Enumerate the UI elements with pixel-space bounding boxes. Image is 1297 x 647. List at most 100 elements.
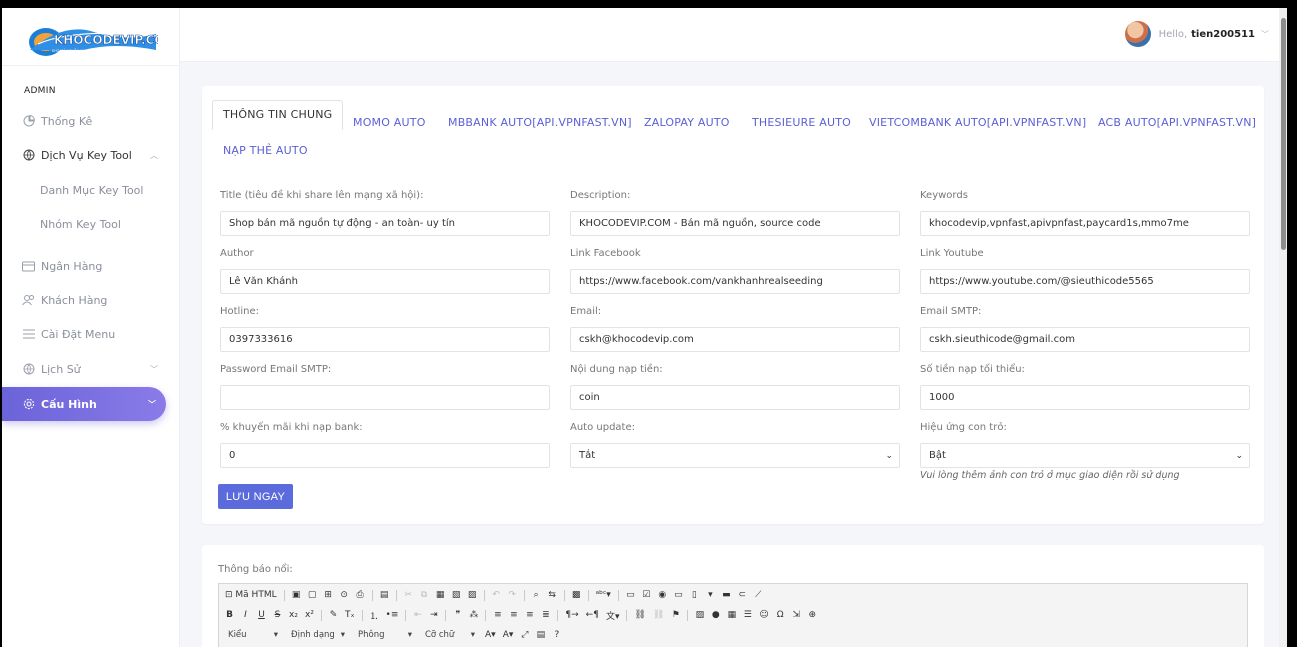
select-all-icon[interactable]: ▩ [572, 589, 581, 601]
size-select[interactable]: Cỡ chữ ▾ [422, 629, 478, 641]
email-smtp-field[interactable]: cskh.sieuthicode@gmail.com [920, 327, 1250, 352]
ltr-icon[interactable]: ¶→ [565, 609, 578, 621]
tab-mbbank-auto[interactable]: MBBANK AUTO[API.VPNFAST.VN] [448, 116, 632, 129]
justify-icon[interactable]: ≣ [541, 609, 550, 621]
form-icon[interactable]: ▭ [626, 589, 635, 601]
special-char-icon[interactable]: Ω [776, 609, 785, 621]
sidebar-item-cau-hinh[interactable]: Cấu Hình ﹀ [2, 387, 166, 421]
anchor-icon[interactable]: ⚑ [671, 609, 680, 621]
style-select[interactable]: Kiểu ▾ [225, 629, 281, 641]
user-menu[interactable]: Hello, tien200511 ﹀ [1124, 21, 1269, 47]
replace-icon[interactable]: ⇆ [548, 589, 557, 601]
textarea-icon[interactable]: ▯ [690, 589, 699, 601]
text-color-icon[interactable]: A▾ [485, 629, 496, 641]
templates-icon[interactable]: ⊞ [324, 589, 333, 601]
source-html-button[interactable]: ⊡ Mã HTML [225, 589, 277, 601]
sidebar-item-danh-muc-key-tool[interactable]: Danh Mục Key Tool [2, 173, 180, 207]
min-topup-field[interactable]: 1000 [920, 385, 1250, 410]
table-icon[interactable]: ▦ [727, 609, 737, 621]
description-field[interactable]: KHOCODEVIP.COM - Bán mã nguồn, source co… [570, 211, 900, 236]
maximize-icon[interactable]: ⤢ [520, 629, 529, 641]
bg-color-icon[interactable]: A▾ [503, 629, 514, 641]
sidebar-item-thong-ke[interactable]: Thống Kê [2, 104, 180, 138]
auto-update-select[interactable]: Tắt ⌄ [570, 443, 900, 468]
sidebar-item-lich-su[interactable]: Lịch Sử ﹀ [2, 352, 180, 386]
sidebar-item-cai-dat-menu[interactable]: Cài Đặt Menu [2, 317, 180, 351]
help-icon[interactable]: ? [552, 629, 561, 641]
cut-icon[interactable]: ✂ [404, 589, 413, 601]
rtl-icon[interactable]: ←¶ [586, 609, 599, 621]
tab-zalopay-auto[interactable]: ZALOPAY AUTO [644, 116, 730, 129]
page-break-icon[interactable]: ⇲ [792, 609, 801, 621]
save-icon[interactable]: ▣ [292, 589, 301, 601]
subscript-icon[interactable]: x₂ [289, 609, 298, 621]
author-field[interactable]: Lê Văn Khánh [220, 269, 550, 294]
strike-icon[interactable]: S [273, 609, 282, 621]
horizontal-line-icon[interactable]: ☰ [743, 609, 752, 621]
bold-icon[interactable]: B [225, 609, 234, 621]
superscript-icon[interactable]: x² [305, 609, 314, 621]
unlink-icon[interactable]: ⛓ [653, 609, 664, 621]
paste-text-icon[interactable]: ▧ [452, 589, 461, 601]
align-right-icon[interactable]: ≡ [525, 609, 534, 621]
title-field[interactable]: Shop bán mã nguồn tự động - an toàn- uy … [220, 211, 550, 236]
align-left-icon[interactable]: ≡ [493, 609, 502, 621]
find-icon[interactable]: ⌕ [532, 589, 541, 601]
smiley-icon[interactable]: ☺ [759, 609, 768, 621]
facebook-field[interactable]: https://www.facebook.com/vankhanhrealsee… [570, 269, 900, 294]
sidebar-item-ngan-hang[interactable]: Ngân Hàng [2, 249, 180, 283]
checkbox-icon[interactable]: ☑ [642, 589, 651, 601]
preview-icon[interactable]: ⊙ [340, 589, 349, 601]
iframe-icon[interactable]: ⊕ [808, 609, 817, 621]
scrollbar-thumb[interactable] [1281, 18, 1286, 250]
tab-momo-auto[interactable]: MOMO AUTO [353, 116, 426, 129]
button-icon[interactable]: ▬ [722, 589, 731, 601]
tab-nap-the-auto[interactable]: NẠP THẺ AUTO [223, 144, 308, 157]
numbered-list-icon[interactable]: ⒈ [370, 609, 379, 622]
undo-icon[interactable]: ↶ [492, 589, 501, 601]
hotline-field[interactable]: 0397333616 [220, 327, 550, 352]
paste-icon[interactable]: ▦ [436, 589, 445, 601]
image-icon[interactable]: ▨ [695, 609, 705, 621]
tab-thesieure-auto[interactable]: THESIEURE AUTO [752, 116, 851, 129]
div-container-icon[interactable]: ⁂ [469, 609, 478, 621]
bulleted-list-icon[interactable]: •≡ [386, 609, 399, 621]
new-page-icon[interactable]: ▢ [308, 589, 317, 601]
password-smtp-field[interactable] [220, 385, 550, 410]
indent-icon[interactable]: ⇥ [429, 609, 438, 621]
document-icon[interactable]: ▤ [380, 589, 389, 601]
sidebar-item-dich-vu-key-tool[interactable]: Dịch Vụ Key Tool ︿ [2, 138, 180, 172]
save-button[interactable]: LƯU NGAY [218, 484, 293, 509]
textfield-icon[interactable]: ▭ [674, 589, 683, 601]
blockquote-icon[interactable]: ❞ [453, 609, 462, 621]
link-icon[interactable]: ⛓ [634, 609, 645, 621]
spellcheck-icon[interactable]: ᵃᵇᶜ▾ [596, 589, 611, 601]
cursor-effect-select[interactable]: Bật ⌄ [920, 443, 1250, 468]
select-field-icon[interactable]: ▾ [706, 589, 715, 601]
image-button-icon[interactable]: ⊂ [738, 589, 747, 601]
redo-icon[interactable]: ↷ [508, 589, 517, 601]
tab-acb-auto[interactable]: ACB AUTO[API.VPNFAST.VN] [1098, 116, 1256, 129]
copy-icon[interactable]: ⧉ [420, 589, 429, 601]
email-field[interactable]: cskh@khocodevip.com [570, 327, 900, 352]
youtube-field[interactable]: https://www.youtube.com/@sieuthicode5565 [920, 269, 1250, 294]
tab-thong-tin-chung[interactable]: THÔNG TIN CHUNG [212, 100, 344, 130]
show-blocks-icon[interactable]: ▤ [536, 629, 546, 641]
sidebar-item-khach-hang[interactable]: Khách Hàng [2, 283, 180, 317]
avatar[interactable] [1124, 21, 1151, 47]
font-select[interactable]: Phông ▾ [355, 629, 415, 641]
hidden-field-icon[interactable]: ⟋ [754, 589, 763, 601]
italic-icon[interactable]: I [241, 609, 250, 621]
keywords-field[interactable]: khocodevip,vpnfast,apivpnfast,paycard1s,… [920, 211, 1250, 236]
sidebar-item-nhom-key-tool[interactable]: Nhóm Key Tool [2, 207, 180, 241]
flash-icon[interactable]: ● [711, 609, 720, 621]
format-select[interactable]: Định dạng ▾ [288, 629, 348, 641]
print-icon[interactable]: ⎙ [356, 589, 365, 601]
align-center-icon[interactable]: ≡ [509, 609, 518, 621]
language-icon[interactable]: 文▾ [606, 609, 620, 622]
remove-format-icon[interactable]: Tₓ [345, 609, 355, 621]
copy-format-icon[interactable]: ✎ [329, 609, 338, 621]
topup-content-field[interactable]: coin [570, 385, 900, 410]
tab-vietcombank-auto[interactable]: VIETCOMBANK AUTO[API.VPNFAST.VN] [869, 116, 1086, 129]
underline-icon[interactable]: U [257, 609, 266, 621]
